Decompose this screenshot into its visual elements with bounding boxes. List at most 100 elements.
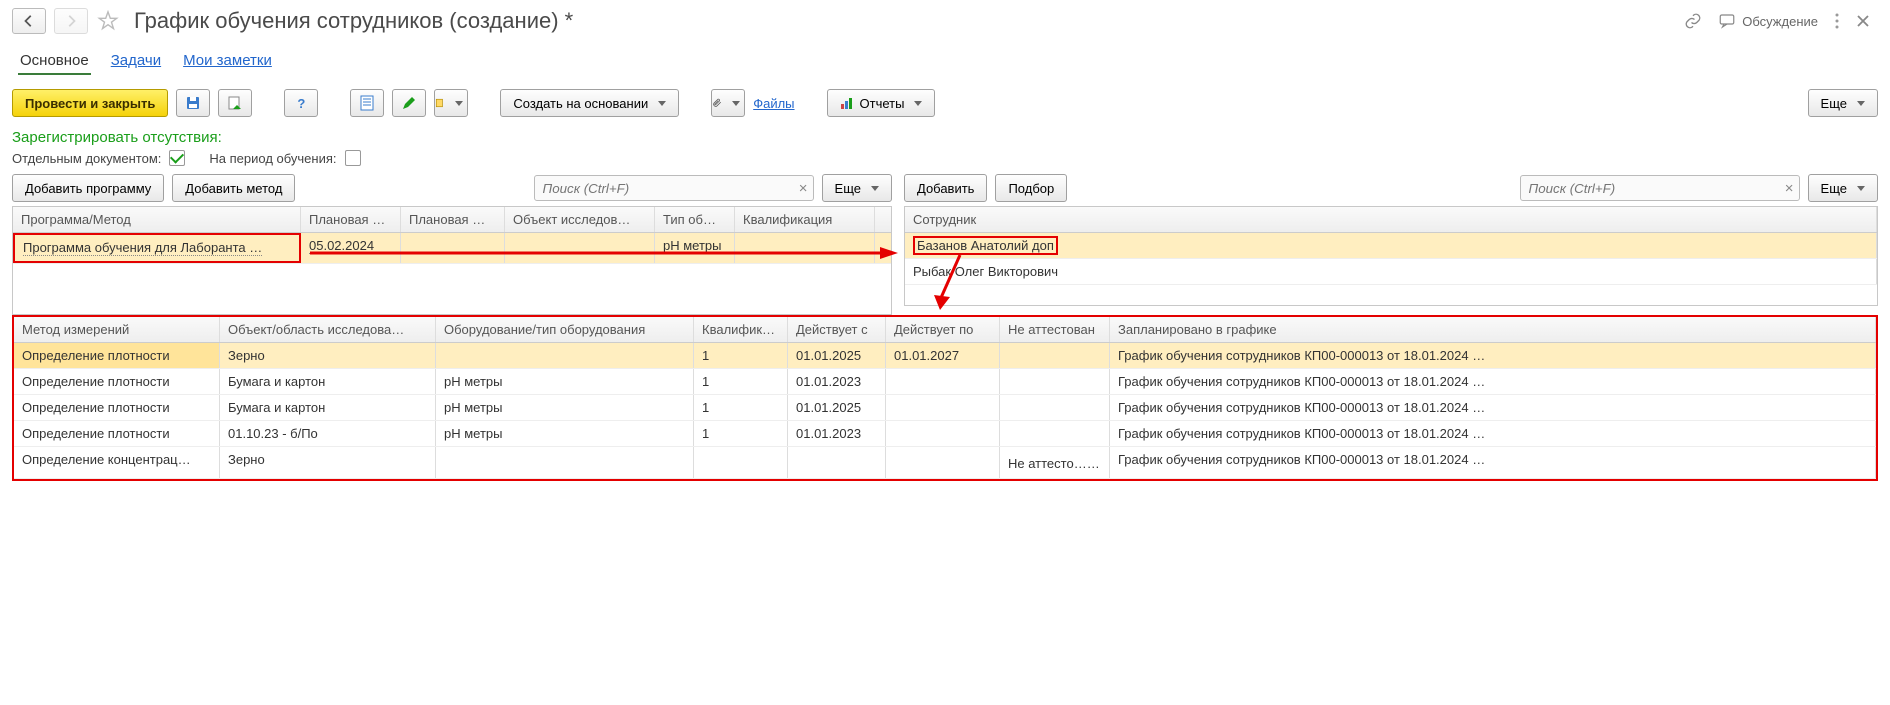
grid-cell (788, 447, 886, 478)
nav-forward-button[interactable] (54, 8, 88, 34)
employee-row[interactable]: Базанов Анатолий доп (905, 233, 1877, 259)
favorite-star-icon[interactable] (96, 9, 120, 33)
grid-cell: График обучения сотрудников КП00-000013 … (1110, 421, 1876, 446)
chevron-down-icon (658, 101, 666, 106)
register-absences-title: Зарегистрировать отсутствия: (12, 129, 1878, 146)
kebab-menu-icon[interactable] (1834, 12, 1840, 30)
chevron-down-icon (914, 101, 922, 106)
method-row[interactable]: Определение концентрац…ЗерноНе аттесто… … (14, 447, 1876, 479)
grid-cell: 1 (694, 369, 788, 394)
grid-cell: Определение плотности (14, 395, 220, 420)
grid-cell (1000, 343, 1110, 368)
grid-cell: График обучения сотрудников КП00-000013 … (1110, 395, 1876, 420)
grid-cell: Определение плотности (14, 343, 220, 368)
clear-search-icon[interactable]: × (1785, 180, 1794, 197)
period-checkbox[interactable] (345, 150, 361, 166)
col-method[interactable]: Метод измерений (14, 317, 220, 342)
add-method-button[interactable]: Добавить метод (172, 174, 295, 202)
tab-notes[interactable]: Мои заметки (181, 48, 274, 75)
employee-row[interactable]: Рыбак Олег Викторович (905, 259, 1877, 285)
col-employee[interactable]: Сотрудник (905, 207, 1877, 232)
separate-doc-checkbox[interactable] (169, 150, 185, 166)
method-row[interactable]: Определение плотностиБумага и картонpH м… (14, 369, 1876, 395)
select-employee-button[interactable]: Подбор (995, 174, 1067, 202)
add-program-button[interactable]: Добавить программу (12, 174, 164, 202)
create-based-button[interactable]: Создать на основании (500, 89, 679, 117)
more-label: Еще (1821, 96, 1847, 111)
annotation-arrow-icon (310, 243, 900, 263)
grid-cell: 01.10.23 - б/По (220, 421, 436, 446)
more-button-main[interactable]: Еще (1808, 89, 1878, 117)
tab-tasks[interactable]: Задачи (109, 48, 163, 75)
discussion-label: Обсуждение (1742, 14, 1818, 29)
col-notcert[interactable]: Не аттестован (1000, 317, 1110, 342)
grid-cell: Определение плотности (14, 369, 220, 394)
col-plan2[interactable]: Плановая … (401, 207, 505, 232)
grid-cell (436, 343, 694, 368)
post-icon-button[interactable] (218, 89, 252, 117)
help-icon-button[interactable]: ? (284, 89, 318, 117)
method-row[interactable]: Определение плотностиБумага и картонpH м… (14, 395, 1876, 421)
col-plan1[interactable]: Плановая … (301, 207, 401, 232)
grid-cell (436, 447, 694, 478)
checkmark-icon: ✔ (1090, 452, 1105, 472)
save-close-button[interactable]: Провести и закрыть (12, 89, 168, 117)
template-icon-button[interactable] (434, 89, 468, 117)
files-link[interactable]: Файлы (753, 96, 794, 111)
employees-grid: Сотрудник Базанов Анатолий доп Рыбак Оле… (904, 206, 1878, 306)
save-icon-button[interactable] (176, 89, 210, 117)
more-button-right[interactable]: Еще (1808, 174, 1878, 202)
close-icon[interactable] (1856, 14, 1870, 28)
separate-doc-label: Отдельным документом: (12, 151, 161, 166)
col-object[interactable]: Объект/область исследова… (220, 317, 436, 342)
clear-search-icon[interactable]: × (799, 180, 808, 197)
grid-cell: pH метры (436, 395, 694, 420)
attach-icon-button[interactable] (711, 89, 745, 117)
more-button-left[interactable]: Еще (822, 174, 892, 202)
reports-label: Отчеты (860, 96, 905, 111)
view-tabs: Основное Задачи Мои заметки (0, 42, 1890, 81)
method-row[interactable]: Определение плотностиЗерно101.01.202501.… (14, 343, 1876, 369)
col-object[interactable]: Объект исследов… (505, 207, 655, 232)
grid-cell: 1 (694, 343, 788, 368)
col-to[interactable]: Действует по (886, 317, 1000, 342)
create-based-label: Создать на основании (513, 96, 648, 111)
discussion-button[interactable]: Обсуждение (1718, 12, 1818, 30)
grid-cell: Зерно (220, 447, 436, 478)
chevron-down-icon (1857, 101, 1865, 106)
employee-cell: Рыбак Олег Викторович (905, 259, 1877, 284)
col-planned[interactable]: Запланировано в графике (1110, 317, 1876, 342)
chevron-down-icon (455, 101, 463, 106)
grid-cell: 01.01.2025 (788, 395, 886, 420)
col-qual[interactable]: Квалифик… (694, 317, 788, 342)
method-row[interactable]: Определение плотности01.10.23 - б/ПоpH м… (14, 421, 1876, 447)
grid-cell: Зерно (220, 343, 436, 368)
reports-button[interactable]: Отчеты (827, 89, 936, 117)
col-from[interactable]: Действует с (788, 317, 886, 342)
methods-grid: Метод измерений Объект/область исследова… (12, 315, 1878, 481)
chevron-down-icon (732, 101, 740, 106)
left-search-input[interactable] (534, 175, 814, 201)
grid-cell: Определение концентрац… (14, 447, 220, 478)
col-type[interactable]: Тип об… (655, 207, 735, 232)
grid-cell (886, 369, 1000, 394)
right-search-input[interactable] (1520, 175, 1800, 201)
col-equip[interactable]: Оборудование/тип оборудования (436, 317, 694, 342)
tab-main[interactable]: Основное (18, 48, 91, 75)
employee-cell: Базанов Анатолий доп (905, 233, 1877, 258)
edit-icon-button[interactable] (392, 89, 426, 117)
grid-cell: Определение плотности (14, 421, 220, 446)
grid-cell: Бумага и картон (220, 395, 436, 420)
add-employee-button[interactable]: Добавить (904, 174, 987, 202)
col-program[interactable]: Программа/Метод (13, 207, 301, 232)
grid-cell (1000, 421, 1110, 446)
doc-icon-button[interactable] (350, 89, 384, 117)
grid-cell: 01.01.2023 (788, 421, 886, 446)
link-icon[interactable] (1684, 12, 1702, 30)
grid-cell (886, 421, 1000, 446)
col-qual[interactable]: Квалификация (735, 207, 875, 232)
grid-cell (694, 447, 788, 478)
main-toolbar: Провести и закрыть ? Создать на основани… (0, 81, 1890, 125)
nav-back-button[interactable] (12, 8, 46, 34)
grid-cell: График обучения сотрудников КП00-000013 … (1110, 369, 1876, 394)
